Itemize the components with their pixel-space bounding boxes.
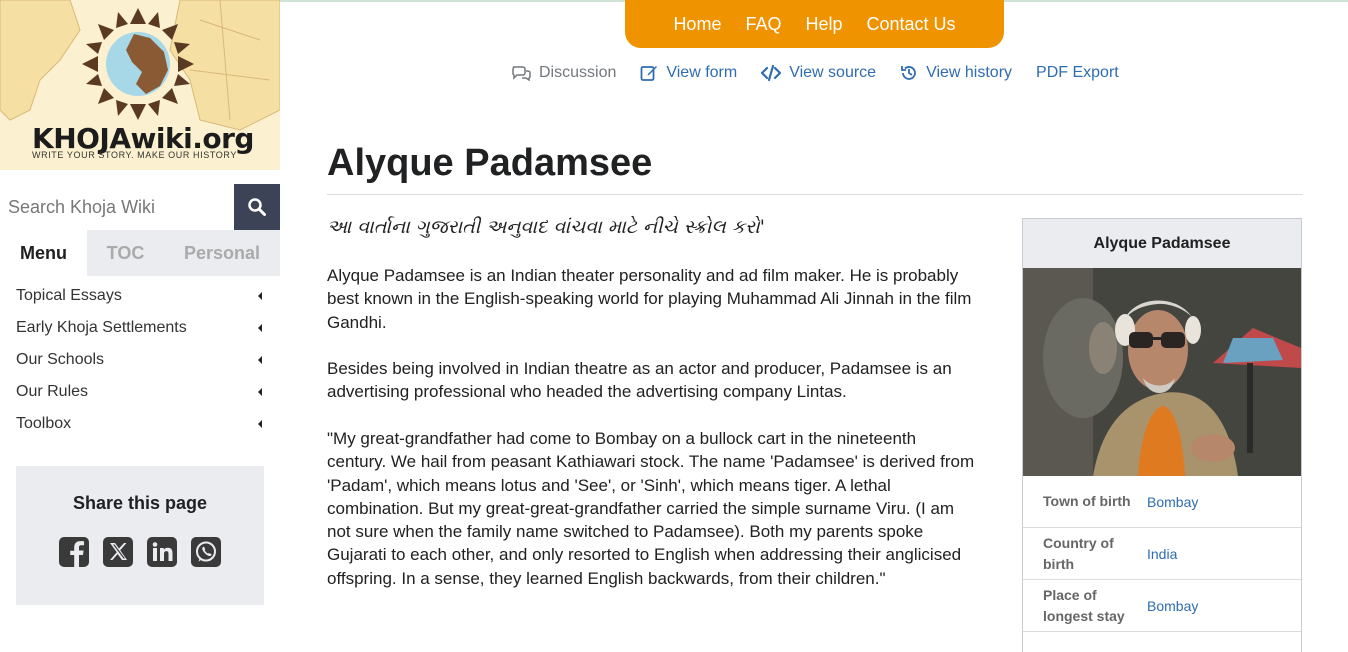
article-quote-paragraph: "My great-grandfather had come to Bombay… [327,429,975,588]
sidebar-item-early-khoja-settlements[interactable]: Early Khoja Settlements [16,312,266,344]
article-paragraph-1: Alyque Padamsee is an Indian theater per… [327,266,972,332]
code-icon [761,65,782,81]
speech-bubbles-icon [512,66,531,81]
caret-left-icon [258,420,262,428]
discussion-label: Discussion [539,64,617,81]
view-history-label: View history [926,64,1013,81]
nav-contact-us[interactable]: Contact Us [855,14,968,35]
history-icon [901,66,916,80]
view-source-link[interactable]: View source [761,64,876,82]
sidebar-menu: Topical Essays Early Khoja Settlements O… [16,280,266,440]
article-paragraph-2: Besides being involved in Indian theatre… [327,359,952,402]
sidebar-item-label: Early Khoja Settlements [16,319,187,336]
sidebar-item-label: Our Rules [16,383,89,400]
page-title: Alyque Padamsee [327,142,653,184]
sidebar-item-label: Our Schools [16,351,105,368]
share-title: Share this page [72,493,208,513]
infobox-row-country-of-birth: Country of birth India [1023,528,1301,580]
caret-left-icon [258,388,262,396]
portrait-photo [1023,268,1301,476]
search-icon [248,198,266,216]
infobox-key: Town of birth [1043,493,1131,509]
page-actions: Discussion View form View source View hi… [511,64,1143,82]
whatsapp-icon[interactable] [190,536,222,568]
linkedin-icon[interactable] [146,536,178,568]
pdf-export-label: PDF Export [1036,64,1119,81]
search-input[interactable]: Search Khoja Wiki [0,184,234,230]
logo-tagline: WRITE YOUR STORY. MAKE OUR HISTORY [32,150,237,160]
pdf-export-link[interactable]: PDF Export [1036,64,1119,82]
view-form-label: View form [666,64,738,81]
sidebar-item-label: Topical Essays [16,287,122,304]
sidebar-item-toolbox[interactable]: Toolbox [16,408,266,440]
edit-icon [640,66,658,81]
x-icon[interactable] [102,536,134,568]
tab-menu[interactable]: Menu [0,230,87,276]
nav-help[interactable]: Help [793,14,854,35]
sidebar-item-our-rules[interactable]: Our Rules [16,376,266,408]
view-history-link[interactable]: View history [900,64,1012,82]
infobox-row-place-of-longest-stay: Place of longest stay Bombay [1023,580,1301,632]
infobox-value-link[interactable]: India [1133,546,1177,562]
top-navigation: Home FAQ Help Contact Us [625,0,1004,48]
infobox-key: Place of longest stay [1043,586,1125,624]
portrait-image [1023,268,1301,476]
caret-left-icon [258,292,262,300]
search-box: Search Khoja Wiki [0,184,280,230]
share-icons [16,536,264,568]
gujarati-translation-note: આ વાર્તાના ગુજરાતી અનુવાદ વાંચવા માટે ની… [327,216,765,238]
tab-personal[interactable]: Personal [164,230,280,276]
caret-left-icon [258,324,262,332]
infobox: Alyque Padamsee Town of birth Bombay Cou… [1022,218,1302,652]
sidebar-item-topical-essays[interactable]: Topical Essays [16,280,266,312]
view-form-link[interactable]: View form [640,64,737,82]
infobox-key: Profession [1023,647,1133,652]
caret-left-icon [258,356,262,364]
sidebar-tabs: Menu TOC Personal [0,230,280,276]
site-logo[interactable]: KHOJAwiki.org WRITE YOUR STORY. MAKE OUR… [0,0,280,170]
infobox-row-profession: Profession [1023,632,1301,652]
view-source-label: View source [789,64,877,81]
facebook-icon[interactable] [58,536,90,568]
discussion-link[interactable]: Discussion [511,64,616,82]
tab-toc[interactable]: TOC [87,230,164,276]
share-panel: Share this page [16,466,264,605]
title-divider [327,194,1303,195]
search-button[interactable] [234,184,280,230]
infobox-row-town-of-birth: Town of birth Bombay [1023,476,1301,528]
sidebar-item-label: Toolbox [16,415,72,432]
infobox-value-link[interactable]: Bombay [1133,598,1198,614]
infobox-key: Country of birth [1043,534,1114,572]
infobox-value-link[interactable]: Bombay [1133,494,1198,510]
infobox-title: Alyque Padamsee [1023,219,1301,268]
sidebar-item-our-schools[interactable]: Our Schools [16,344,266,376]
nav-home[interactable]: Home [661,14,733,35]
nav-faq[interactable]: FAQ [733,14,793,35]
